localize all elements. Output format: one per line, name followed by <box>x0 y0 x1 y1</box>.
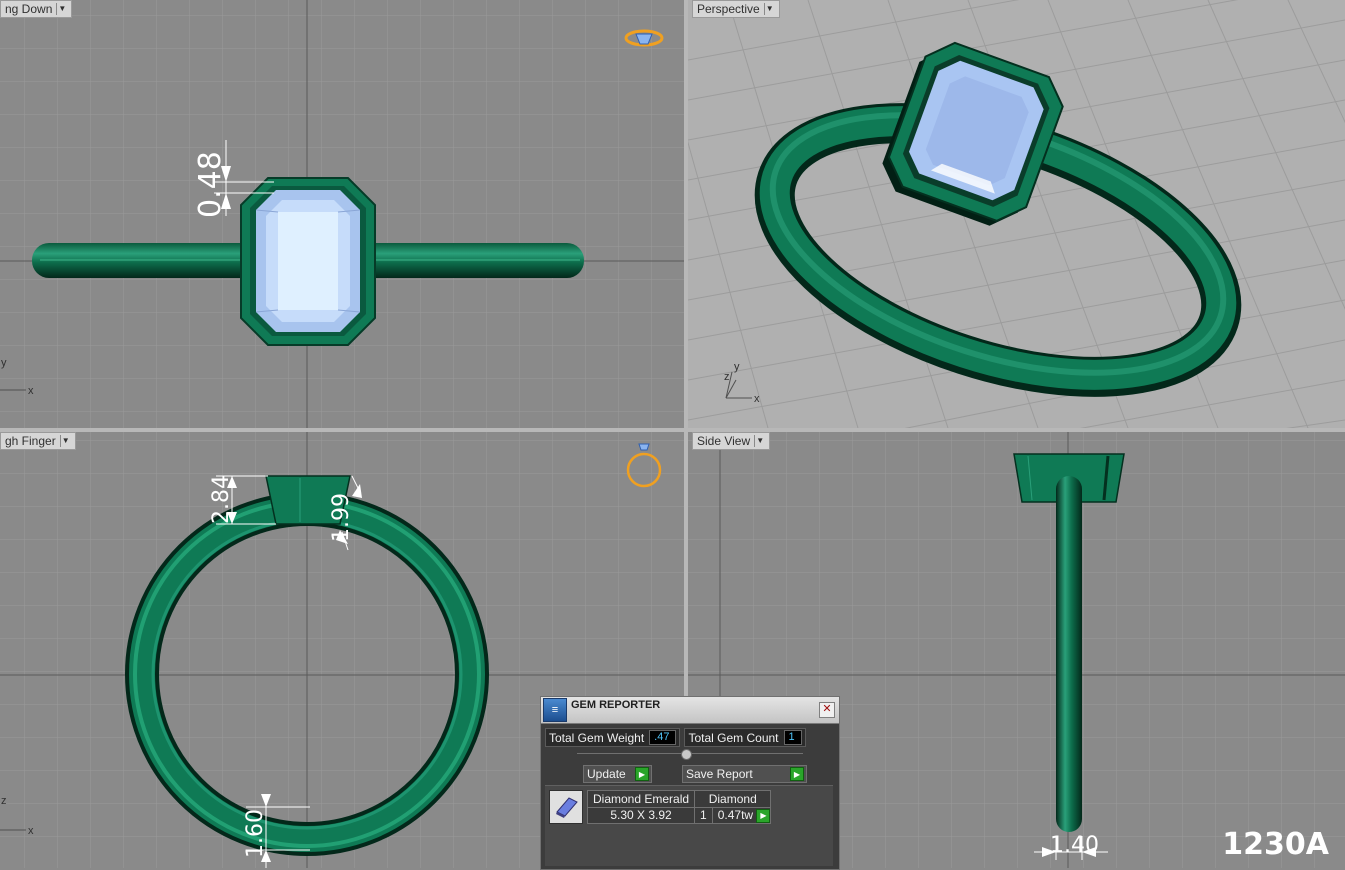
chevron-down-icon[interactable]: ▼ <box>56 3 67 15</box>
gem-list: Diamond Emerald Diamond 5.30 X 3.92 1 0.… <box>545 785 833 866</box>
total-gem-weight-value[interactable]: .47 <box>649 730 677 745</box>
viewport-perspective-canvas: y z x <box>688 0 1345 428</box>
update-button[interactable]: Update ▶ <box>583 765 652 783</box>
svg-text:x: x <box>28 825 34 837</box>
dim-top-height: 0.48 <box>193 151 228 218</box>
chevron-down-icon[interactable]: ▼ <box>59 435 71 447</box>
viewport-top[interactable]: 0.48 y x ng Down ▼ <box>0 0 684 428</box>
gem-table: Diamond Emerald Diamond 5.30 X 3.92 1 0.… <box>586 790 772 824</box>
svg-text:x: x <box>754 393 760 405</box>
chevron-down-icon[interactable]: ▼ <box>763 3 775 15</box>
dim-front-bottom: 1.60 <box>243 809 268 858</box>
list-item[interactable]: Diamond Emerald Diamond 5.30 X 3.92 1 0.… <box>549 790 772 824</box>
gem-tw: 0.47tw ▶ <box>711 806 772 824</box>
viewport-perspective[interactable]: y z x Perspective ▼ <box>688 0 1345 428</box>
dim-front-width: 1.99 <box>329 493 354 542</box>
ring-shank <box>1056 476 1082 832</box>
play-icon: ▶ <box>635 767 649 781</box>
gem-thumbnail-icon <box>549 790 583 824</box>
play-icon: ▶ <box>790 767 804 781</box>
dim-front-height: 2.84 <box>209 475 234 524</box>
gem-reporter-panel: ≡ GEM REPORTER ✕ Total Gem Weight .47 To… <box>540 696 840 870</box>
svg-text:y: y <box>1 357 7 369</box>
gem-size: 5.30 X 3.92 <box>586 806 696 824</box>
total-gem-weight: Total Gem Weight .47 <box>545 728 681 747</box>
total-gem-count: Total Gem Count 1 <box>684 728 806 747</box>
gem-reporter-titlebar[interactable]: ≡ GEM REPORTER ✕ <box>541 697 839 724</box>
viewport-front-label[interactable]: gh Finger ▼ <box>0 432 76 450</box>
chevron-down-icon[interactable]: ▼ <box>754 435 765 447</box>
gem-cut: Diamond Emerald <box>586 790 696 808</box>
total-gem-count-value[interactable]: 1 <box>783 730 802 745</box>
save-report-button[interactable]: Save Report ▶ <box>682 765 807 783</box>
close-button[interactable]: ✕ <box>819 702 835 718</box>
watermark: 1230A <box>1222 827 1329 862</box>
gem-reporter-icon: ≡ <box>543 698 567 722</box>
viewport-top-canvas: 0.48 y x <box>0 0 684 428</box>
svg-text:x: x <box>28 385 34 397</box>
svg-text:y: y <box>734 361 740 373</box>
viewport-perspective-label[interactable]: Perspective ▼ <box>692 0 780 18</box>
gem-detail-button[interactable]: ▶ <box>756 808 771 823</box>
viewport-top-label[interactable]: ng Down ▼ <box>0 0 73 18</box>
svg-text:z: z <box>1 795 7 807</box>
viewport-splitter-horizontal[interactable] <box>0 428 1345 432</box>
dim-side-width: 1.40 <box>1050 833 1099 858</box>
gem-type: Diamond <box>694 790 772 808</box>
gem-reporter-slider[interactable] <box>577 749 803 760</box>
gem-reporter-title: GEM REPORTER <box>571 699 661 711</box>
svg-text:z: z <box>724 371 730 383</box>
slider-handle[interactable] <box>681 749 692 760</box>
gem-qty: 1 <box>694 806 713 824</box>
viewport-side-label[interactable]: Side View ▼ <box>692 432 771 450</box>
